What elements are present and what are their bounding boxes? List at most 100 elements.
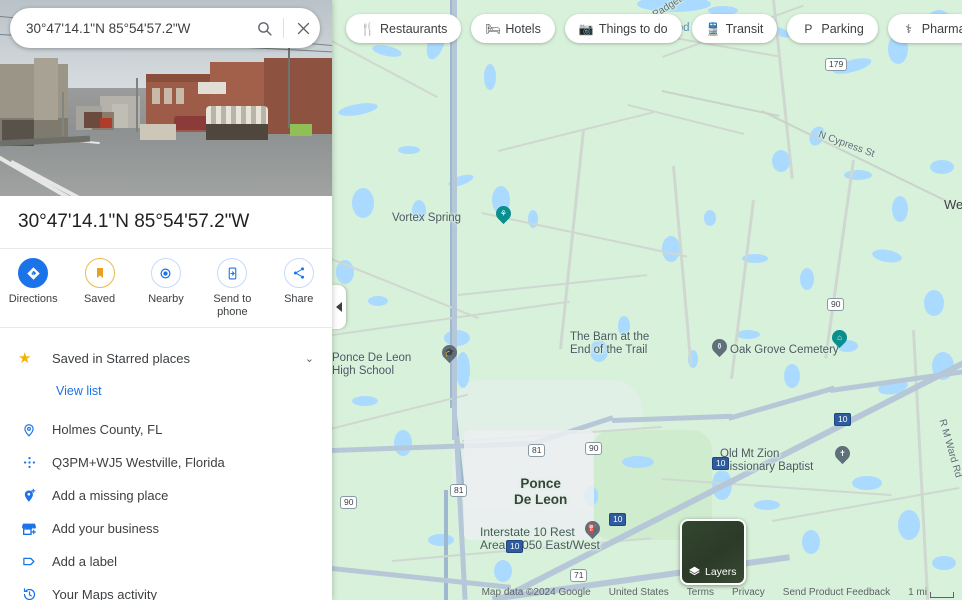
- highway-shield-90: 90: [827, 298, 845, 311]
- action-saved[interactable]: Saved: [69, 258, 131, 327]
- list-item-holmes-county[interactable]: Holmes County, FL: [0, 413, 332, 446]
- list-item-label: Your Maps activity: [52, 587, 158, 600]
- map-label-oak-grove-cemetery: Oak Grove Cemetery: [730, 344, 839, 356]
- footer-send-feedback[interactable]: Send Product Feedback: [783, 587, 890, 598]
- search-button[interactable]: [247, 11, 281, 45]
- place-panel: 30°47'14.1"N 85°54'57.2"W Directions Sav…: [0, 0, 332, 600]
- view-list-link[interactable]: View list: [56, 384, 102, 398]
- chip-label: Restaurants: [380, 21, 448, 36]
- chevron-down-icon[interactable]: ⌄: [305, 352, 314, 365]
- photo-pole: [62, 92, 64, 136]
- action-directions[interactable]: Directions: [2, 258, 64, 327]
- saved-label: Saved in Starred places: [52, 350, 191, 366]
- highway-shield-81: 81: [528, 444, 546, 457]
- chip-restaurants[interactable]: 🍴 Restaurants: [346, 14, 462, 43]
- action-share[interactable]: Share: [268, 258, 330, 327]
- search-input[interactable]: [10, 19, 247, 37]
- chip-pharmacies[interactable]: ⚕ Pharmacies: [887, 14, 962, 43]
- list-item-add-your-business[interactable]: Add your business: [0, 512, 332, 545]
- chip-label: Parking: [821, 21, 864, 36]
- water-body: [754, 500, 780, 510]
- list-item-label: Q3PM+WJ5 Westville, Florida: [52, 455, 225, 470]
- footer-region[interactable]: United States: [609, 587, 669, 598]
- photo-object: [290, 124, 312, 136]
- nearby-icon: [150, 258, 181, 288]
- water-body: [704, 210, 716, 226]
- water-body: [930, 160, 954, 174]
- action-nearby[interactable]: Nearby: [135, 258, 197, 327]
- photo-building: [146, 74, 210, 82]
- chip-label: Transit: [725, 21, 764, 36]
- layers-label: Layers: [705, 565, 737, 578]
- place-title: 30°47'14.1"N 85°54'57.2"W: [0, 196, 332, 249]
- clear-search-button[interactable]: [286, 11, 320, 45]
- footer-privacy[interactable]: Privacy: [732, 587, 765, 598]
- search-bar[interactable]: [10, 8, 320, 48]
- action-label: Nearby: [148, 293, 184, 305]
- chip-parking[interactable]: P Parking: [787, 14, 878, 43]
- poi-pin-vortex-spring[interactable]: ⚘: [492, 202, 515, 226]
- history-clock-icon: [18, 587, 40, 600]
- action-label: Send to phone: [213, 293, 252, 318]
- water-body: [662, 236, 680, 262]
- label-tag-icon: [18, 554, 40, 569]
- chip-hotels[interactable]: 🛏 Hotels: [471, 14, 555, 43]
- water-body: [844, 170, 872, 180]
- chip-label: Hotels: [505, 21, 541, 36]
- chip-label: Pharmacies: [921, 21, 962, 36]
- panel-collapse-handle[interactable]: [332, 285, 346, 329]
- poi-pin-oak-grove-cemetery[interactable]: ⚱: [708, 335, 731, 359]
- photo-building: [152, 88, 160, 104]
- water-body: [394, 430, 412, 456]
- highway-shield-90: 90: [585, 442, 603, 455]
- chip-transit[interactable]: 🚆 Transit: [691, 14, 778, 43]
- map-label-old-mt-zion: Old Mt Zion Missionary Baptist: [720, 448, 814, 473]
- list-item-plus-code[interactable]: Q3PM+WJ5 Westville, Florida: [0, 446, 332, 479]
- highway-shield-90: 90: [340, 496, 358, 509]
- action-send-to-phone[interactable]: Send to phone: [201, 258, 263, 327]
- water-body: [784, 364, 800, 388]
- poi-pin-old-mt-zion[interactable]: ✝: [831, 442, 854, 466]
- list-item-add-missing-place[interactable]: Add a missing place: [0, 479, 332, 512]
- highway-shield-i10: 10: [834, 413, 852, 426]
- photo-storefront: [206, 124, 268, 140]
- photo-sign: [198, 82, 226, 94]
- layers-button[interactable]: Layers: [680, 519, 746, 585]
- list-item-label: Holmes County, FL: [52, 422, 163, 437]
- water-body: [494, 560, 512, 582]
- map-footer: Map data ©2024 Google United States Term…: [332, 584, 962, 600]
- list-item-add-a-label[interactable]: Add a label: [0, 545, 332, 578]
- water-body: [456, 352, 470, 388]
- highway-shield-71: 71: [570, 569, 588, 582]
- map-canvas[interactable]: Hood Lake Padgett Rd N Cypress St R M Wa…: [332, 0, 962, 600]
- poi-pin-ponce-high-school[interactable]: 🎓: [438, 341, 461, 365]
- photo-building: [112, 104, 128, 128]
- poi-pin-rest-area[interactable]: ⛽: [581, 517, 604, 541]
- footer-terms[interactable]: Terms: [687, 587, 714, 598]
- place-actions: Directions Saved Nearby Send to phone Sh…: [0, 250, 332, 328]
- poi-pin-barn[interactable]: ⌂: [828, 326, 851, 350]
- chip-label: Things to do: [598, 21, 668, 36]
- water-body: [352, 188, 374, 218]
- plus-code-icon: [18, 455, 40, 470]
- chip-things-to-do[interactable]: 📷 Things to do: [564, 14, 682, 43]
- highway-shield-81: 81: [450, 484, 468, 497]
- water-body: [428, 534, 454, 546]
- water-body: [932, 556, 956, 570]
- water-body: [622, 456, 654, 468]
- map-label-rest-area: Interstate 10 Rest Area 30050 East/West: [480, 525, 600, 552]
- saved-in-list-row[interactable]: ★ Saved in Starred places ⌄: [0, 340, 332, 376]
- water-body: [852, 476, 882, 490]
- photo-vehicle: [100, 118, 112, 128]
- list-item-maps-activity[interactable]: Your Maps activity: [0, 578, 332, 600]
- photo-storefront: [140, 124, 176, 140]
- water-body: [736, 330, 760, 339]
- photo-building: [264, 58, 332, 134]
- star-icon: ★: [18, 350, 32, 367]
- map-label-westville: We: [944, 197, 962, 212]
- bookmark-icon: [84, 258, 115, 288]
- map-label-ponce-de-leon: Ponce De Leon: [514, 476, 568, 507]
- water-body: [398, 146, 420, 154]
- scale-label: 1 mi: [908, 586, 927, 598]
- search-divider: [283, 18, 284, 38]
